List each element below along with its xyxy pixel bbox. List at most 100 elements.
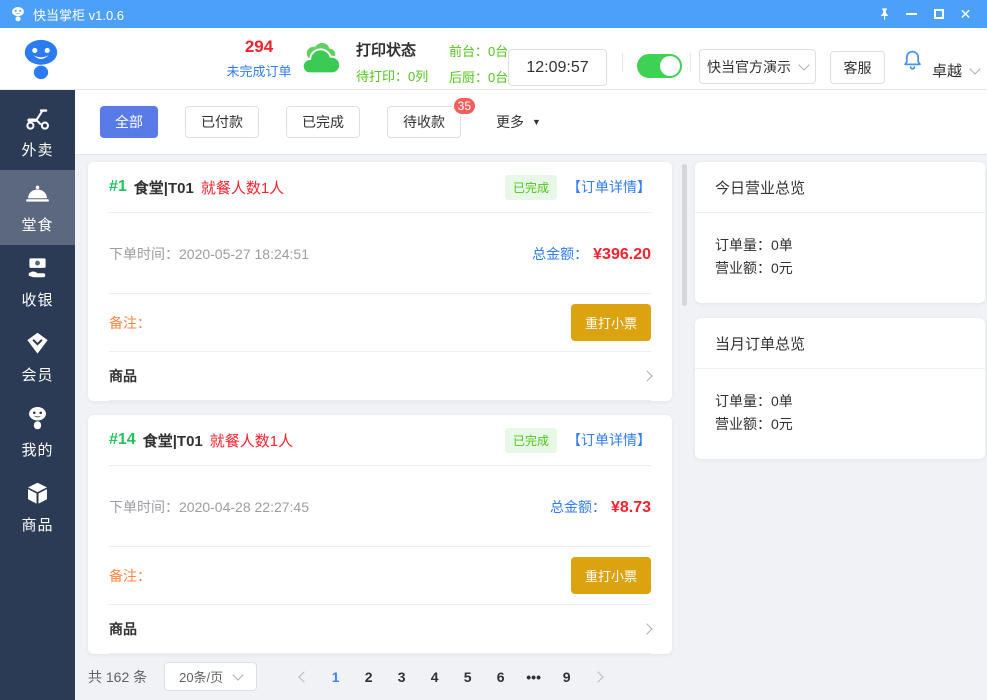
order-detail-link[interactable]: 【订单详情】 (567, 430, 651, 450)
app-logo-icon (10, 6, 26, 22)
order-table: 食堂|T01 (143, 430, 203, 451)
next-page-button[interactable] (583, 673, 613, 681)
sidebar-item-mine[interactable]: 我的 (0, 395, 75, 470)
page-button-1[interactable]: 1 (319, 669, 352, 685)
sidebar-item-member[interactable]: 会员 (0, 320, 75, 395)
order-goods-row[interactable]: 商品 (109, 605, 651, 654)
cloud-print-icon (299, 42, 345, 85)
revenue-line: 营业额：0元 (715, 413, 965, 436)
order-number: #14 (109, 431, 136, 449)
member-diamond-icon (24, 330, 51, 357)
clock-display: 12:09:57 (508, 49, 607, 86)
order-note-row: 备注： 重打小票 (109, 546, 651, 605)
page-size-select[interactable]: 20条/页 (164, 662, 257, 691)
tab-pending-payment[interactable]: 待收款 35 (387, 106, 461, 138)
reprint-ticket-button[interactable]: 重打小票 (571, 304, 651, 341)
goods-label: 商品 (109, 619, 137, 639)
cashier-hand-icon (24, 255, 51, 282)
tab-paid[interactable]: 已付款 (185, 106, 259, 138)
maximize-button[interactable] (931, 7, 946, 22)
box-icon (24, 480, 51, 507)
order-card: #14 食堂|T01 就餐人数1人 已完成 【订单详情】 下单时间：2020-0… (88, 415, 672, 654)
order-info-row: 下单时间：2020-05-27 18:24:51 总金额： ¥396.20 (109, 213, 651, 293)
total-value: ¥396.20 (593, 246, 651, 264)
summary-body: 订单量：0单 营业额：0元 (695, 213, 985, 303)
pin-icon[interactable] (877, 7, 892, 22)
order-time-value: 2020-05-27 18:24:51 (179, 246, 309, 262)
order-number: #1 (109, 178, 127, 196)
robot-face-icon (24, 405, 51, 432)
sidebar-item-label: 我的 (21, 439, 53, 460)
order-diners: 就餐人数1人 (201, 177, 284, 198)
page-button-9[interactable]: 9 (550, 669, 583, 685)
page-button-4[interactable]: 4 (418, 669, 451, 685)
sidebar-item-label: 收银 (21, 289, 53, 310)
unfinished-count: 294 (220, 37, 298, 57)
summary-title: 今日营业总览 (695, 162, 985, 213)
sidebar-item-label: 外卖 (21, 139, 53, 160)
header: 294 未完成订单 打印状态 待打印：0列 前台：0台 后厨：0台 12:09:… (0, 28, 987, 90)
summary-body: 订单量：0单 营业额：0元 (695, 369, 985, 459)
window-controls: ✕ (877, 7, 977, 22)
unfinished-orders-stat: 294 未完成订单 (220, 37, 298, 80)
store-selector[interactable]: 快当官方演示 (699, 49, 816, 84)
print-pending-count: 待打印：0列 (356, 66, 428, 85)
minimize-button[interactable] (904, 7, 919, 22)
sidebar-item-cashier[interactable]: 收银 (0, 245, 75, 320)
user-menu[interactable]: 卓越 (932, 60, 979, 81)
chevron-down-icon (798, 59, 809, 70)
chevron-down-icon (969, 63, 980, 74)
summary-title: 当月订单总览 (695, 318, 985, 369)
order-card-header: #1 食堂|T01 就餐人数1人 已完成 【订单详情】 (109, 162, 651, 213)
page-button-3[interactable]: 3 (385, 669, 418, 685)
pending-count-badge: 35 (452, 96, 477, 116)
page-button-5[interactable]: 5 (451, 669, 484, 685)
tab-label: 待收款 (403, 112, 445, 132)
page-button-2[interactable]: 2 (352, 669, 385, 685)
tab-all[interactable]: 全部 (100, 106, 158, 138)
order-time: 下单时间：2020-05-27 18:24:51 (109, 244, 309, 264)
prev-page-button[interactable] (289, 673, 319, 681)
sidebar-item-dinein[interactable]: 堂食 (0, 170, 75, 245)
page-ellipsis[interactable]: ••• (517, 669, 550, 685)
tab-completed[interactable]: 已完成 (286, 106, 360, 138)
revenue-line: 营业额：0元 (715, 257, 965, 280)
print-status-block: 打印状态 待打印：0列 (356, 39, 428, 85)
support-button[interactable]: 客服 (830, 51, 885, 84)
chevron-down-icon (233, 669, 244, 680)
sound-toggle[interactable] (637, 54, 682, 78)
divider (690, 53, 691, 72)
page-button-6[interactable]: 6 (484, 669, 517, 685)
total-count: 共 162 条 (88, 667, 147, 687)
total-label: 总金额： (550, 497, 606, 517)
chevron-right-icon (641, 623, 652, 634)
order-list: #1 食堂|T01 就餐人数1人 已完成 【订单详情】 下单时间：2020-05… (88, 162, 672, 668)
order-detail-link[interactable]: 【订单详情】 (567, 177, 651, 197)
note-label: 备注： (109, 313, 151, 333)
reprint-ticket-button[interactable]: 重打小票 (571, 557, 651, 594)
month-summary-card: 当月订单总览 订单量：0单 营业额：0元 (695, 318, 985, 459)
sidebar-item-label: 商品 (21, 514, 53, 535)
sidebar-item-takeout[interactable]: 外卖 (0, 95, 75, 170)
toggle-knob (660, 56, 680, 76)
filter-bar: 全部 已付款 已完成 待收款 35 更多 ▼ (75, 90, 987, 155)
order-goods-row[interactable]: 商品 (109, 352, 651, 401)
caret-down-icon: ▼ (532, 117, 541, 127)
more-dropdown[interactable]: 更多 ▼ (496, 112, 541, 132)
page-size-label: 20条/页 (179, 667, 223, 686)
chevron-right-icon (592, 671, 603, 682)
order-time-value: 2020-04-28 22:27:45 (179, 499, 309, 515)
store-selector-label: 快当官方演示 (707, 57, 791, 77)
order-table: 食堂|T01 (134, 177, 194, 198)
sidebar: 外卖 堂食 收银 会员 我的 商品 (0, 90, 75, 700)
status-badge: 已完成 (505, 428, 557, 453)
order-card: #1 食堂|T01 就餐人数1人 已完成 【订单详情】 下单时间：2020-05… (88, 162, 672, 401)
order-count-line: 订单量：0单 (715, 390, 965, 413)
close-button[interactable]: ✕ (958, 7, 973, 22)
bell-icon[interactable] (902, 48, 923, 76)
user-name: 卓越 (932, 60, 962, 81)
window-title: 快当掌柜 v1.0.6 (33, 5, 124, 24)
titlebar: 快当掌柜 v1.0.6 ✕ (0, 0, 987, 28)
sidebar-item-products[interactable]: 商品 (0, 470, 75, 545)
list-scrollbar[interactable] (682, 164, 687, 306)
